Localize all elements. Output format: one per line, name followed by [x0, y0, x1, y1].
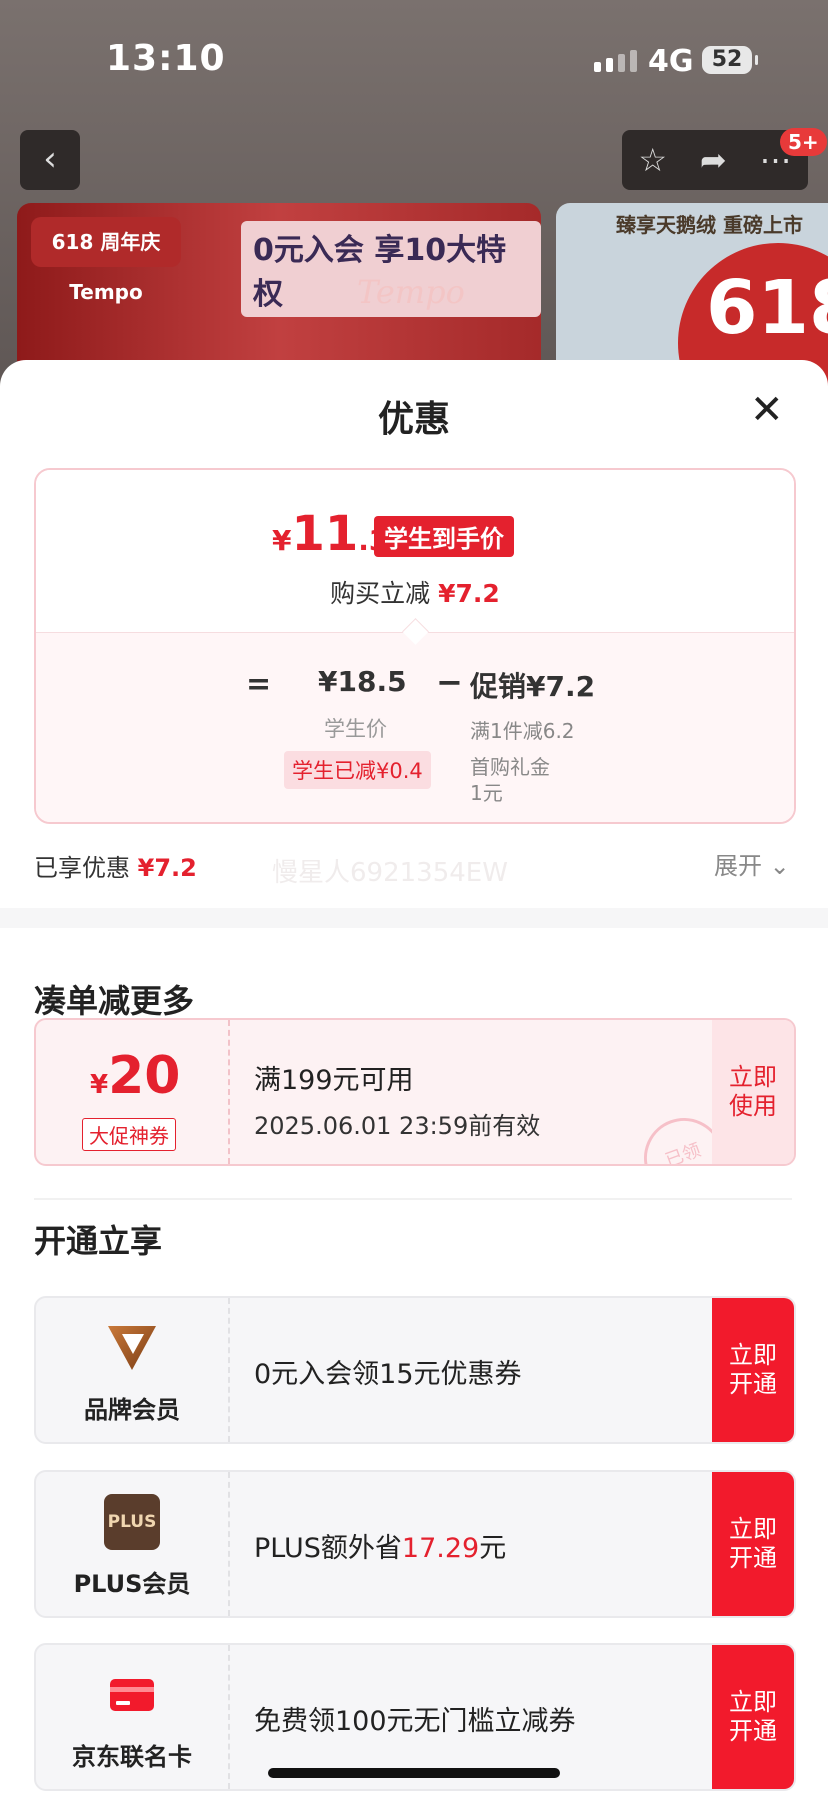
membership-label: 京东联名卡: [72, 1743, 192, 1771]
coupon-currency: ¥: [90, 1070, 109, 1100]
open-brand-member-button[interactable]: 立即 开通: [712, 1298, 794, 1442]
coupon-condition: 满199元可用: [254, 1065, 414, 1096]
membership-icon-area: 品牌会员: [36, 1298, 230, 1442]
student-price-label: 学生价: [324, 717, 387, 741]
coupon-expiry: 2025.06.01 23:59前有效: [254, 1112, 541, 1140]
section-title-open: 开通立享: [34, 1222, 163, 1260]
cut-value: ¥7.2: [438, 579, 500, 608]
use-coupon-button[interactable]: 立即 使用: [712, 1020, 794, 1164]
plus-member-icon: PLUS: [104, 1494, 160, 1550]
star-icon[interactable]: ☆: [638, 141, 667, 179]
section-gap: [0, 908, 828, 928]
signal-icon: [594, 50, 637, 72]
brand-member-icon: [108, 1326, 156, 1370]
cut-label: 购买立减: [330, 579, 431, 608]
membership-icon-area: 京东联名卡: [36, 1645, 230, 1789]
chevron-left-icon: ‹: [43, 139, 57, 179]
coupon-amount-area: ¥20 大促神券: [36, 1020, 230, 1164]
discount-sheet: 优惠 ✕ ¥11.3 学生到手价 购买立减 ¥7.2 = ¥18.5 学生价 学…: [0, 360, 828, 1796]
network-label: 4G: [648, 44, 694, 79]
coupon-value: 20: [108, 1046, 181, 1106]
coupon-card: ¥20 大促神券 满199元可用 2025.06.01 23:59前有效 已领 …: [34, 1018, 796, 1166]
credit-card-icon: [110, 1679, 154, 1711]
brand-logo: 618 周年庆 Tempo: [31, 217, 181, 304]
equals-sign: =: [246, 667, 272, 702]
benefit-highlight: 17.29: [401, 1533, 480, 1564]
student-cut-badge: 学生已减¥0.4: [284, 751, 431, 789]
enjoyed-discount: 已享优惠 ¥7.2: [34, 848, 197, 883]
currency-symbol: ¥: [272, 524, 292, 557]
status-time: 13:10: [106, 38, 226, 79]
promo-detail-3: 1元: [470, 781, 503, 805]
membership-label: PLUS会员: [73, 1570, 191, 1598]
promo-value: 促销¥7.2: [470, 670, 596, 703]
benefit-prefix: PLUS额外省: [254, 1533, 402, 1564]
share-icon[interactable]: ➦: [700, 141, 727, 179]
banner-right-headline: 臻享天鹅绒 重磅上市: [616, 213, 803, 237]
banner-618-badge: 618: [706, 265, 828, 351]
student-price: ¥18.5: [318, 665, 407, 698]
promo-detail-2: 首购礼金: [470, 755, 550, 779]
message-badge: 5+: [780, 128, 827, 156]
membership-benefit: PLUS额外省17.29元: [254, 1526, 506, 1565]
back-button[interactable]: ‹: [20, 130, 80, 190]
membership-benefit: 免费领100元无门槛立减券: [254, 1706, 576, 1737]
enjoyed-label: 已享优惠: [34, 854, 130, 882]
coupon-amount: ¥20: [90, 1046, 180, 1106]
expand-button[interactable]: 展开 ⌄: [714, 846, 790, 881]
benefit-suffix: 元: [479, 1533, 507, 1564]
status-bar: 13:10 4G 52: [0, 0, 828, 120]
membership-label: 品牌会员: [84, 1396, 180, 1424]
section-title-more: 凑单减更多: [34, 982, 195, 1020]
formula-area: = ¥18.5 学生价 学生已减¥0.4 − 促销¥7.2 满1件减6.2 首购…: [36, 632, 794, 822]
minus-sign: −: [436, 663, 463, 701]
user-watermark: 慢星人6921354EW: [272, 858, 508, 888]
enjoyed-value: ¥7.2: [137, 854, 197, 882]
sheet-title: 优惠: [377, 399, 450, 440]
instant-cut-line: 购买立减 ¥7.2: [36, 574, 794, 610]
home-indicator: [268, 1768, 560, 1778]
student-price-tag: 学生到手价: [374, 516, 514, 557]
membership-benefit: 0元入会领15元优惠券: [254, 1359, 522, 1390]
price-integer: 11: [291, 506, 359, 562]
divider: [34, 1198, 792, 1200]
battery-icon: 52: [702, 46, 758, 74]
expand-label: 展开: [714, 852, 762, 880]
close-icon[interactable]: ✕: [750, 390, 784, 430]
membership-icon-area: PLUS PLUS会员: [36, 1472, 230, 1616]
banner-watermark: Tempo: [357, 273, 465, 311]
final-price-area: ¥11.3 学生到手价 购买立减 ¥7.2: [36, 470, 794, 632]
coupon-tag: 大促神券: [82, 1118, 176, 1151]
open-jd-card-button[interactable]: 立即 开通: [712, 1645, 794, 1789]
final-price: ¥11.3: [272, 506, 388, 562]
membership-card-brand: 品牌会员 0元入会领15元优惠券 立即 开通: [34, 1296, 796, 1444]
price-breakdown-card: ¥11.3 学生到手价 购买立减 ¥7.2 = ¥18.5 学生价 学生已减¥0…: [34, 468, 796, 824]
membership-card-plus: PLUS PLUS会员 PLUS额外省17.29元 立即 开通: [34, 1470, 796, 1618]
chevron-down-icon: ⌄: [769, 852, 790, 880]
promo-detail-1: 满1件减6.2: [470, 719, 575, 743]
open-plus-member-button[interactable]: 立即 开通: [712, 1472, 794, 1616]
